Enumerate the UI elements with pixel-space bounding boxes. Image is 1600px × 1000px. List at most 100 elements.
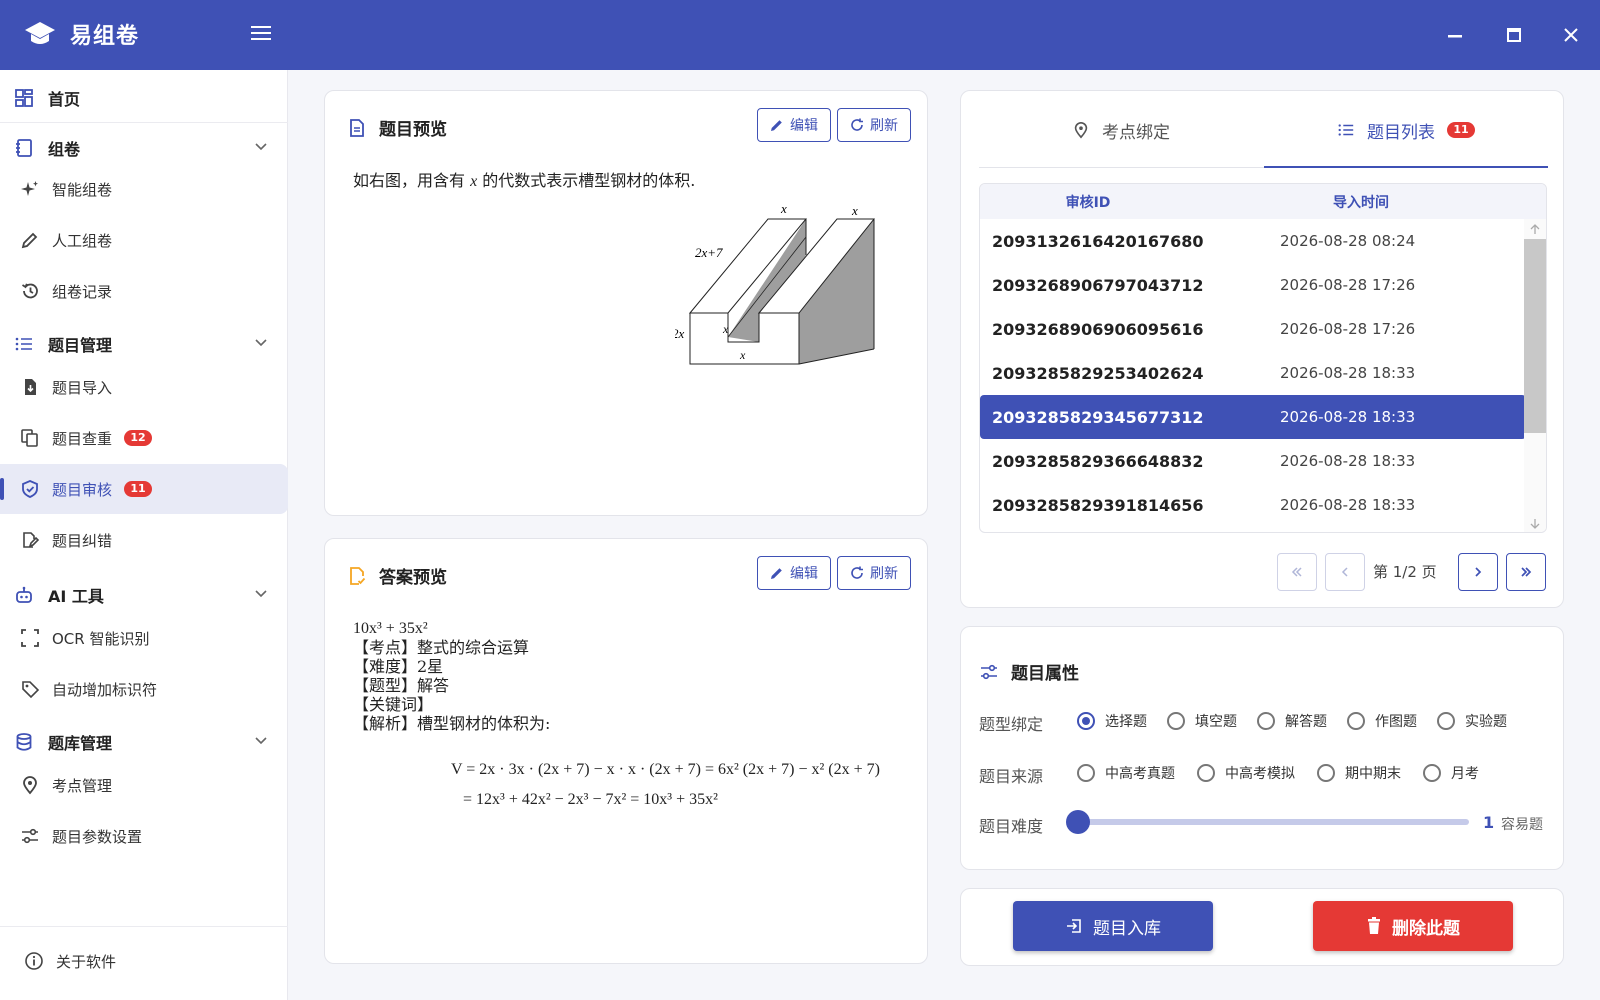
table-row[interactable]: 2093285829366648832 2026-08-28 18:33 <box>980 439 1526 483</box>
trash-icon <box>1368 917 1380 934</box>
minimize-button[interactable] <box>1440 20 1470 50</box>
nav-group-ai-label: AI 工具 <box>48 587 104 606</box>
hamburger-icon <box>251 26 271 40</box>
answer-edit-button[interactable]: 编辑 <box>757 556 831 590</box>
prev-page-button[interactable] <box>1325 553 1365 591</box>
chevron-down-icon <box>255 143 267 151</box>
table-scrollbar[interactable] <box>1524 219 1546 532</box>
difficulty-slider-thumb[interactable] <box>1066 810 1090 834</box>
radio-type-draw[interactable]: 作图题 <box>1347 711 1417 731</box>
nav-item-auto-tag[interactable]: 自动增加标识符 <box>0 664 288 714</box>
table-row[interactable]: 2093268906797043712 2026-08-28 17:26 <box>980 263 1526 307</box>
nav-group-bank[interactable]: 题库管理 <box>0 720 288 764</box>
radio-type-choice[interactable]: 选择题 <box>1077 711 1147 731</box>
radio-source-mock[interactable]: 中高考模拟 <box>1197 763 1295 783</box>
refresh-icon <box>851 566 863 579</box>
table-row[interactable]: 2093132616420167680 2026-08-28 08:24 <box>980 219 1526 263</box>
actions-card: 题目入库 删除此题 <box>960 888 1564 966</box>
last-page-button[interactable] <box>1506 553 1546 591</box>
nav-item-label: 考点管理 <box>52 776 113 795</box>
table-row[interactable]: 2093268906906095616 2026-08-28 17:26 <box>980 307 1526 351</box>
difficulty-slider-track[interactable] <box>1079 819 1469 825</box>
nav-item-label: 题目查重 <box>52 429 113 448</box>
radio-dot <box>1437 712 1455 730</box>
scroll-thumb[interactable] <box>1524 239 1546 433</box>
maximize-button[interactable] <box>1499 20 1529 50</box>
nav-item-label: 人工组卷 <box>52 231 113 250</box>
nav-item-ocr[interactable]: OCR 智能识别 <box>0 613 288 663</box>
answer-refresh-button[interactable]: 刷新 <box>837 556 911 590</box>
difficulty-label: 题目难度 <box>979 817 1044 836</box>
question-edit-label: 编辑 <box>790 118 818 134</box>
attributes-title: 题目属性 <box>979 659 1079 684</box>
radio-source-midterm[interactable]: 期中期末 <box>1317 763 1401 783</box>
table-row[interactable]: 2093285829391814656 2026-08-28 18:33 <box>980 483 1526 527</box>
radio-type-solve[interactable]: 解答题 <box>1257 711 1327 731</box>
nav-item-label: 智能组卷 <box>52 180 113 199</box>
answer-text: 10x³ + 35x² 【考点】整式的综合运算 【难度】2星 【题型】解答 【关… <box>353 619 550 733</box>
row-id: 2093132616420167680 <box>992 231 1204 251</box>
label-slant: 2x+7 <box>695 245 723 260</box>
store-question-label: 题目入库 <box>1093 918 1161 939</box>
radio-source-exam[interactable]: 中高考真题 <box>1077 763 1175 783</box>
radio-type-fill[interactable]: 填空题 <box>1167 711 1237 731</box>
nav-item-label: 题目导入 <box>52 378 113 397</box>
question-refresh-button[interactable]: 刷新 <box>837 108 911 142</box>
tab-knowledge-bind-label: 考点绑定 <box>1102 122 1170 143</box>
close-button[interactable] <box>1556 20 1586 50</box>
scan-icon <box>21 629 39 647</box>
maximize-icon <box>1507 28 1521 42</box>
divider <box>0 926 288 927</box>
nav-item-label: OCR 智能识别 <box>52 629 150 648</box>
radio-label: 中高考模拟 <box>1225 766 1295 782</box>
tab-question-list[interactable]: 题目列表 11 <box>1264 91 1548 169</box>
table-row[interactable]: 2093285829253402624 2026-08-28 18:33 <box>980 351 1526 395</box>
question-list-count-badge: 11 <box>1447 122 1475 138</box>
row-id: 2093285829253402624 <box>992 363 1204 383</box>
radio-type-experiment[interactable]: 实验题 <box>1437 711 1507 731</box>
sliders-icon <box>22 828 38 844</box>
nav-item-about[interactable]: 关于软件 <box>0 936 288 986</box>
nav-item-label: 组卷记录 <box>52 282 113 301</box>
store-question-button[interactable]: 题目入库 <box>1013 901 1213 951</box>
nav-item-dedupe[interactable]: 题目查重 12 <box>0 413 288 463</box>
nav-item-correction[interactable]: 题目纠错 <box>0 515 288 565</box>
nav-item-import[interactable]: 题目导入 <box>0 362 288 412</box>
shield-check-icon <box>22 480 38 498</box>
radio-source-monthly[interactable]: 月考 <box>1423 763 1479 783</box>
nav-home[interactable]: 首页 <box>0 76 288 120</box>
nav-item-review[interactable]: 题目审核 11 <box>0 464 288 514</box>
question-list-card: 考点绑定 题目列表 11 审核ID 导入时间 20931326164201676… <box>960 90 1564 608</box>
first-page-button[interactable] <box>1277 553 1317 591</box>
row-time: 2026-08-28 18:33 <box>1280 364 1416 382</box>
answer-refresh-label: 刷新 <box>870 566 898 582</box>
nav-item-paper-history[interactable]: 组卷记录 <box>0 266 288 316</box>
row-time: 2026-08-28 17:26 <box>1280 276 1416 294</box>
question-preview-title-text: 题目预览 <box>379 120 447 140</box>
import-icon <box>1067 919 1081 933</box>
answer-preview-card: 答案预览 编辑 刷新 10x³ + 35x² 【考点】整式的综合运算 【难度】2… <box>324 538 928 964</box>
nav-group-paper-label: 组卷 <box>48 140 81 159</box>
radio-dot <box>1167 712 1185 730</box>
menu-toggle-button[interactable] <box>250 22 276 48</box>
refresh-icon <box>851 118 863 131</box>
nav-item-knowledge[interactable]: 考点管理 <box>0 760 288 810</box>
nav-item-label: 题目纠错 <box>52 531 113 550</box>
nav-group-ai[interactable]: AI 工具 <box>0 573 288 617</box>
nav-group-question[interactable]: 题目管理 <box>0 322 288 366</box>
file-import-icon <box>25 379 36 395</box>
question-edit-button[interactable]: 编辑 <box>757 108 831 142</box>
graduation-cap-icon <box>25 22 55 44</box>
nav-item-manual-paper[interactable]: 人工组卷 <box>0 215 288 265</box>
nav-item-smart-paper[interactable]: 智能组卷 <box>0 164 288 214</box>
next-page-button[interactable] <box>1458 553 1498 591</box>
divider <box>0 122 288 123</box>
nav-item-params[interactable]: 题目参数设置 <box>0 811 288 861</box>
tab-question-list-label: 题目列表 <box>1367 122 1435 143</box>
nav-group-bank-label: 题库管理 <box>48 734 113 753</box>
radio-dot <box>1197 764 1215 782</box>
tab-knowledge-bind[interactable]: 考点绑定 <box>979 91 1263 169</box>
table-row-selected[interactable]: 2093285829345677312 2026-08-28 18:33 <box>980 395 1526 439</box>
answer-line: 【考点】整式的综合运算 <box>353 638 530 657</box>
delete-question-button[interactable]: 删除此题 <box>1313 901 1513 951</box>
